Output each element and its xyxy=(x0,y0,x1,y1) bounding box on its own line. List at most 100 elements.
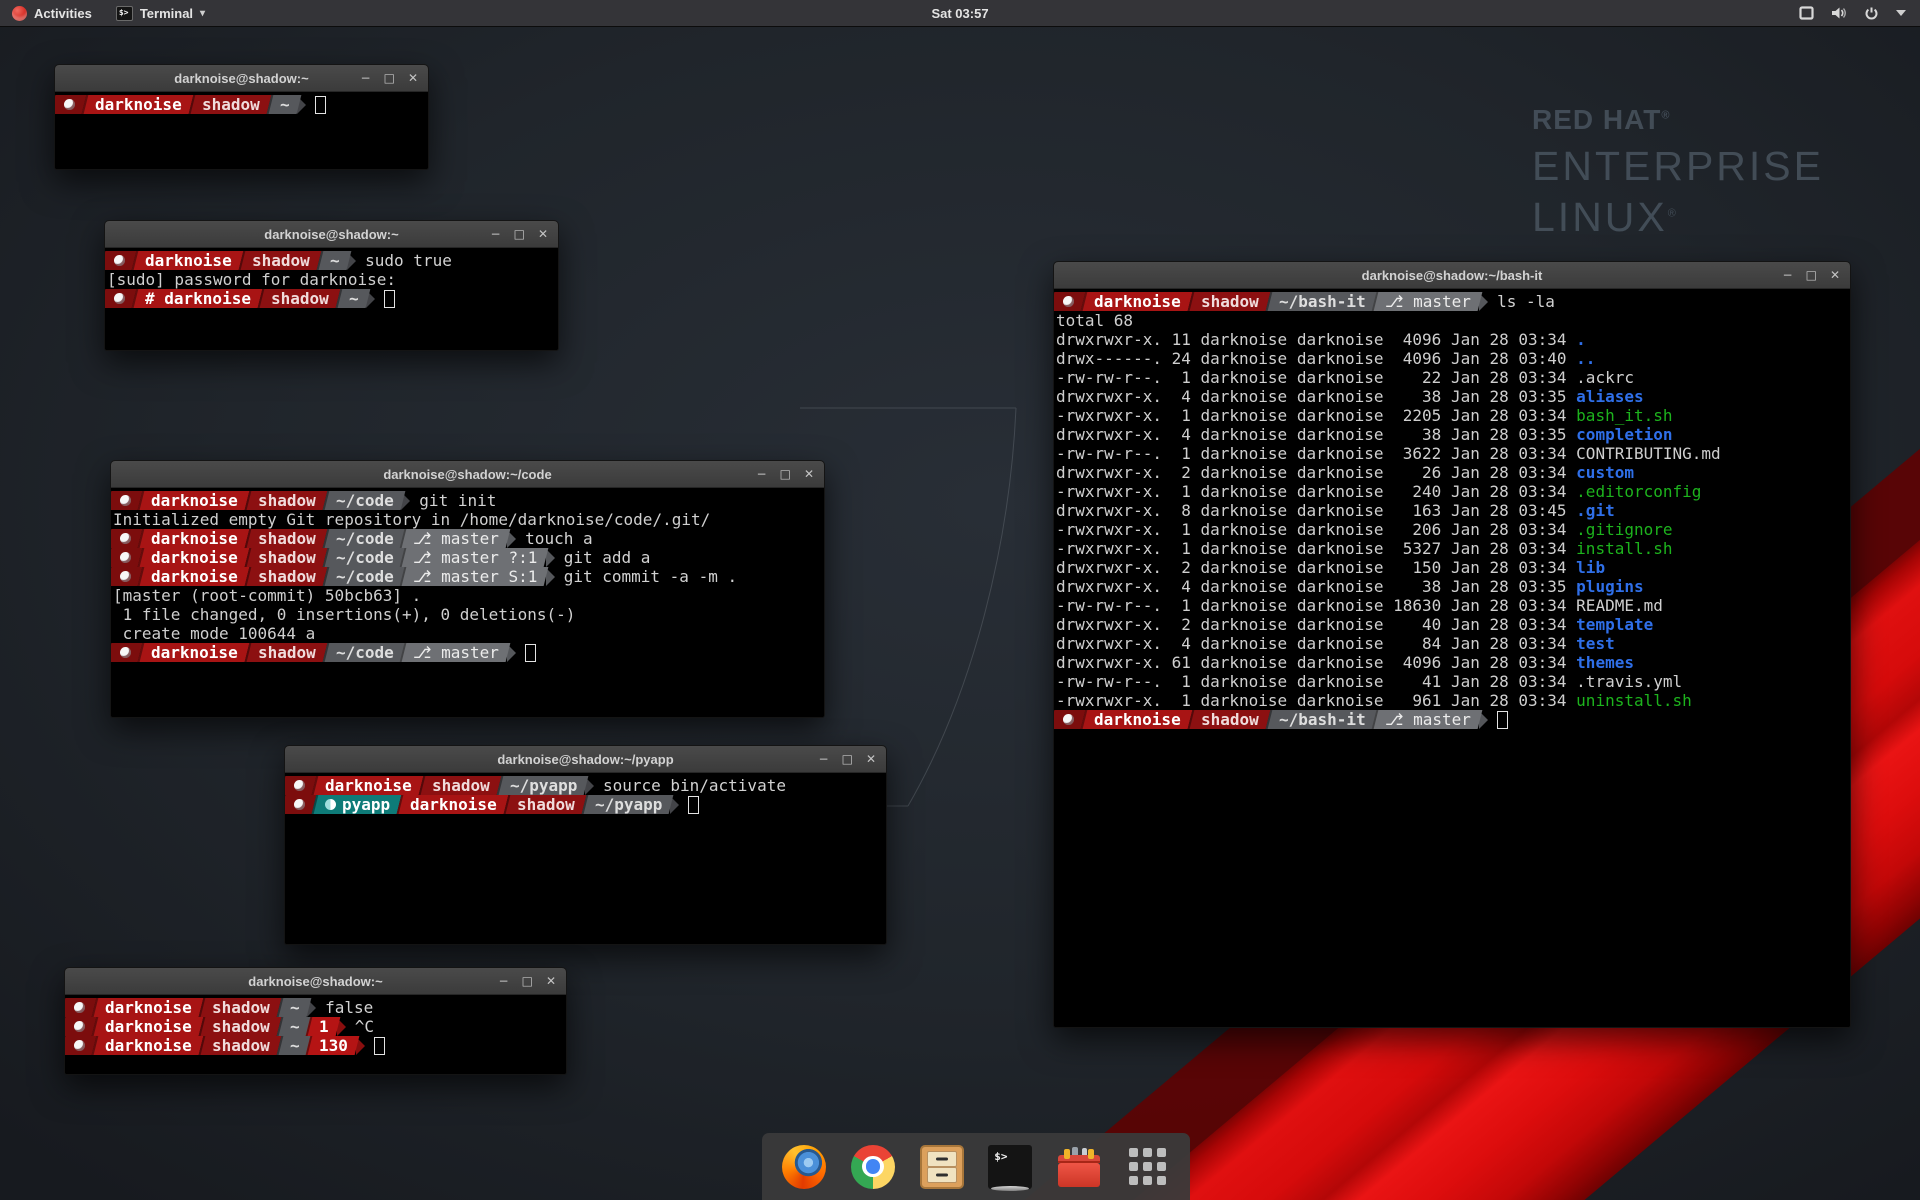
terminal-cursor xyxy=(384,290,395,308)
minimize-button[interactable]: − xyxy=(491,221,501,247)
prompt-segment-host: shadow xyxy=(258,289,341,308)
screen-icon[interactable] xyxy=(1799,6,1814,20)
terminal-window-pyapp[interactable]: darknoise@shadow:~/pyapp−□✕darknoiseshad… xyxy=(284,745,887,945)
dock-files[interactable] xyxy=(919,1144,965,1190)
prompt-segment-path: ~/pyapp xyxy=(581,795,673,814)
ls-row: drwxrwxr-x. 61 darknoise darknoise 4096 … xyxy=(1056,653,1850,672)
prompt-segment-user: darknoise xyxy=(82,95,193,114)
terminal-window-exitcodes[interactable]: darknoise@shadow:~−□ ✕ darknoiseshadow~fal… xyxy=(64,967,567,1075)
terminal-window-bash-it[interactable]: darknoise@shadow:~/bash-it−□✕darknoisesh… xyxy=(1053,261,1851,1028)
terminal-output-line: total 68 xyxy=(1056,311,1850,330)
terminal-cursor xyxy=(374,1037,385,1055)
python-icon xyxy=(325,799,336,810)
chrome-icon xyxy=(851,1145,895,1189)
terminal-window-code[interactable]: darknoise@shadow:~/code−□✕darknoiseshado… xyxy=(110,460,825,718)
window-titlebar[interactable]: darknoise@shadow:~/pyapp−□✕ xyxy=(285,746,886,773)
fedora-icon xyxy=(294,799,305,810)
file-name: . xyxy=(1576,330,1586,349)
prompt-segment-path: ~ xyxy=(335,289,369,308)
window-titlebar[interactable]: darknoise@shadow:~/code−□✕ xyxy=(111,461,824,488)
power-icon[interactable] xyxy=(1864,6,1879,21)
close-button[interactable]: ✕ xyxy=(804,461,814,487)
minimize-button[interactable]: − xyxy=(757,461,767,487)
command-text: touch a xyxy=(516,529,592,548)
minimize-button[interactable]: − xyxy=(361,65,371,91)
prompt-segment-path: ~ xyxy=(316,251,350,270)
dock-toolbox[interactable] xyxy=(1056,1144,1102,1190)
prompt-segment-branch: ⎇ master xyxy=(400,529,511,548)
terminal-prompt-line: darknoiseshadow~/code⎇ master xyxy=(113,643,824,662)
logo-line-redhat: RED HAT® xyxy=(1532,104,1824,136)
terminal-window-sudo[interactable]: darknoise@shadow:~−□✕darknoiseshadow~sud… xyxy=(104,220,559,351)
ls-row: drwxrwxr-x. 4 darknoise darknoise 84 Jan… xyxy=(1056,634,1850,653)
maximize-button[interactable]: □ xyxy=(514,221,525,247)
window-titlebar[interactable]: darknoise@shadow:~−□✕ xyxy=(55,65,428,92)
terminal-content[interactable]: darknoiseshadow~/pyappsource bin/activat… xyxy=(285,773,886,945)
terminal-content[interactable]: darknoiseshadow~/bash-it⎇ master ls -lato… xyxy=(1054,289,1850,1028)
fedora-icon xyxy=(74,1040,85,1051)
firefox-icon xyxy=(782,1145,826,1189)
dock-firefox[interactable] xyxy=(781,1144,827,1190)
window-titlebar[interactable]: darknoise@shadow:~/bash-it−□ ✕ xyxy=(1054,262,1850,289)
terminal-prompt-line: darknoiseshadow~130 xyxy=(67,1036,566,1055)
menu-chevron-icon[interactable] xyxy=(1896,10,1906,16)
dock-chrome[interactable] xyxy=(850,1144,896,1190)
prompt-segment-user: darknoise xyxy=(92,1036,203,1055)
dock-terminal[interactable]: $> xyxy=(987,1144,1033,1190)
volume-icon[interactable] xyxy=(1831,6,1847,20)
prompt-segment-user: darknoise xyxy=(138,491,249,510)
terminal-window-home-top[interactable]: darknoise@shadow:~−□✕darknoiseshadow~ xyxy=(54,64,429,170)
terminal-prompt-line: darknoiseshadow~/bash-it⎇ master xyxy=(1056,710,1850,729)
toolbox-icon xyxy=(1057,1145,1101,1189)
prompt-segment-host: shadow xyxy=(1187,292,1270,311)
ls-row: drwxrwxr-x. 4 darknoise darknoise 38 Jan… xyxy=(1056,387,1850,406)
fedora-icon xyxy=(64,99,75,110)
terminal-content[interactable]: darknoiseshadow~/codegit initInitialized… xyxy=(111,488,824,718)
terminal-prompt-line: darknoiseshadow~false xyxy=(67,998,566,1017)
window-title: darknoise@shadow:~ xyxy=(65,974,566,989)
top-bar: Activities $> Terminal ▾ Sat 03:57 xyxy=(0,0,1920,27)
window-titlebar[interactable]: darknoise@shadow:~−□✕ xyxy=(105,221,558,248)
terminal-content[interactable]: darknoiseshadow~ xyxy=(55,92,428,170)
window-titlebar[interactable]: darknoise@shadow:~−□ ✕ xyxy=(65,968,566,995)
prompt-segment-exit: 130 xyxy=(306,1036,360,1055)
terminal-content[interactable]: darknoiseshadow~sudo true[sudo] password… xyxy=(105,248,558,351)
minimize-button[interactable]: − xyxy=(499,968,509,994)
prompt-segment-path: ~/code xyxy=(322,643,405,662)
prompt-segment-branch: ⎇ master xyxy=(1372,710,1483,729)
window-controls: −□ ✕ xyxy=(499,968,566,994)
maximize-button[interactable]: □ xyxy=(1806,262,1817,288)
close-button[interactable]: ✕ xyxy=(408,65,418,91)
ls-row: drwxrwxr-x. 8 darknoise darknoise 163 Ja… xyxy=(1056,501,1850,520)
command-text: ls -la xyxy=(1488,292,1555,311)
prompt-segment-user: darknoise xyxy=(138,529,249,548)
fedora-icon xyxy=(1063,714,1074,725)
minimize-button[interactable]: − xyxy=(819,746,829,772)
terminal-prompt-line: # darknoiseshadow~ xyxy=(107,289,558,308)
dock-app-grid[interactable] xyxy=(1125,1144,1171,1190)
maximize-button[interactable]: □ xyxy=(384,65,395,91)
terminal-output-line: Initialized empty Git repository in /hom… xyxy=(113,510,824,529)
terminal-prompt-line: darknoiseshadow~sudo true xyxy=(107,251,558,270)
prompt-segment-user: darknoise xyxy=(312,776,423,795)
terminal-content[interactable]: darknoiseshadow~falsedarknoiseshadow~1^C… xyxy=(65,995,566,1075)
file-name: .ackrc xyxy=(1576,368,1634,387)
file-name: plugins xyxy=(1576,577,1643,596)
fedora-icon xyxy=(74,1021,85,1032)
window-title: darknoise@shadow:~/bash-it xyxy=(1054,268,1850,283)
close-button[interactable]: ✕ xyxy=(1830,262,1840,288)
maximize-button[interactable]: □ xyxy=(522,968,533,994)
ls-row: -rw-rw-r--. 1 darknoise darknoise 41 Jan… xyxy=(1056,672,1850,691)
prompt-segment-branch: ⎇ master S:1 xyxy=(400,567,549,586)
clock[interactable]: Sat 03:57 xyxy=(0,6,1920,21)
maximize-button[interactable]: □ xyxy=(842,746,853,772)
file-name: template xyxy=(1576,615,1653,634)
close-button[interactable]: ✕ xyxy=(546,968,556,994)
ls-row: -rwxrwxr-x. 1 darknoise darknoise 206 Ja… xyxy=(1056,520,1850,539)
prompt-segment-user: darknoise xyxy=(138,567,249,586)
logo-line-linux: LINUX® xyxy=(1532,194,1824,241)
close-button[interactable]: ✕ xyxy=(866,746,876,772)
maximize-button[interactable]: □ xyxy=(780,461,791,487)
minimize-button[interactable]: − xyxy=(1783,262,1793,288)
close-button[interactable]: ✕ xyxy=(538,221,548,247)
